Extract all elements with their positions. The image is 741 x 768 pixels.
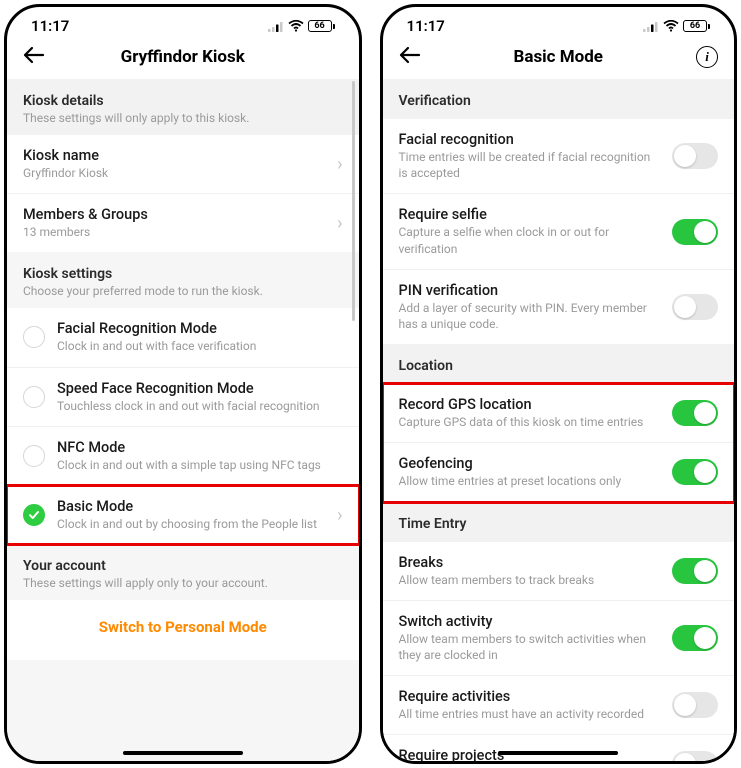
toggle-breaks[interactable]: [672, 558, 718, 584]
toggle-facial[interactable]: [672, 143, 718, 169]
section-kiosk-settings: Kiosk settings Choose your preferred mod…: [7, 252, 359, 308]
row-facial-recognition[interactable]: Facial recognition Time entries will be …: [383, 119, 735, 194]
radio-unchecked[interactable]: [23, 386, 45, 408]
toggle-require-activities[interactable]: [672, 692, 718, 718]
highlight-location: Record GPS location Capture GPS data of …: [383, 384, 735, 501]
toggle-require-projects[interactable]: [672, 751, 718, 761]
chevron-right-icon: ›: [337, 213, 342, 234]
phone-right: 11:17 66 Basic Mode i Verification Facia…: [380, 4, 738, 764]
switch-personal-mode-button[interactable]: Switch to Personal Mode: [7, 600, 359, 660]
section-your-account: Your account These settings will apply o…: [7, 544, 359, 600]
section-verification: Verification: [383, 79, 735, 119]
toggle-gps[interactable]: [672, 400, 718, 426]
wifi-icon: [288, 20, 304, 32]
mode-nfc[interactable]: NFC Mode Clock in and out with a simple …: [7, 427, 359, 486]
row-members[interactable]: Members & Groups 13 members ›: [7, 194, 359, 252]
phone-left: 11:17 66 Gryffindor Kiosk Kiosk details …: [4, 4, 362, 764]
radio-unchecked[interactable]: [23, 445, 45, 467]
row-breaks[interactable]: Breaks Allow team members to track break…: [383, 542, 735, 601]
row-require-activities[interactable]: Require activities All time entries must…: [383, 676, 735, 735]
row-geofencing[interactable]: Geofencing Allow time entries at preset …: [383, 443, 735, 501]
status-time: 11:17: [31, 17, 69, 35]
back-button[interactable]: [23, 46, 45, 69]
wifi-icon: [663, 20, 679, 32]
scrollbar[interactable]: [352, 81, 355, 321]
signal-icon: [643, 21, 659, 32]
status-icons: 66: [268, 20, 335, 32]
section-location: Location: [383, 344, 735, 384]
navbar: Gryffindor Kiosk: [7, 39, 359, 79]
back-button[interactable]: [399, 46, 421, 69]
section-kiosk-details: Kiosk details These settings will only a…: [7, 79, 359, 135]
navbar: Basic Mode i: [383, 39, 735, 79]
radio-unchecked[interactable]: [23, 326, 45, 348]
row-pin-verification[interactable]: PIN verification Add a layer of security…: [383, 270, 735, 344]
content: Verification Facial recognition Time ent…: [383, 79, 735, 761]
page-title: Gryffindor Kiosk: [121, 47, 245, 67]
mode-speed-face[interactable]: Speed Face Recognition Mode Touchless cl…: [7, 368, 359, 427]
status-bar: 11:17 66: [383, 7, 735, 39]
section-time-entry: Time Entry: [383, 502, 735, 542]
radio-checked[interactable]: [23, 504, 45, 526]
toggle-selfie[interactable]: [672, 219, 718, 245]
chevron-right-icon: ›: [337, 154, 342, 175]
row-require-selfie[interactable]: Require selfie Capture a selfie when clo…: [383, 194, 735, 269]
mode-facial[interactable]: Facial Recognition Mode Clock in and out…: [7, 308, 359, 367]
battery-icon: 66: [683, 20, 710, 32]
toggle-geofencing[interactable]: [672, 459, 718, 485]
toggle-pin[interactable]: [672, 294, 718, 320]
highlight-basic-mode: Basic Mode Clock in and out by choosing …: [7, 486, 359, 544]
status-time: 11:17: [407, 17, 445, 35]
home-indicator[interactable]: [498, 751, 618, 756]
battery-icon: 66: [308, 20, 335, 32]
signal-icon: [268, 21, 284, 32]
row-switch-activity[interactable]: Switch activity Allow team members to sw…: [383, 601, 735, 676]
content: Kiosk details These settings will only a…: [7, 79, 359, 761]
chevron-right-icon: ›: [337, 505, 342, 526]
info-button[interactable]: i: [696, 46, 718, 68]
row-require-projects[interactable]: Require projects All time entries must h…: [383, 735, 735, 761]
row-record-gps[interactable]: Record GPS location Capture GPS data of …: [383, 384, 735, 443]
toggle-switch-activity[interactable]: [672, 625, 718, 651]
row-kiosk-name[interactable]: Kiosk name Gryffindor Kiosk ›: [7, 135, 359, 194]
page-title: Basic Mode: [514, 47, 604, 67]
mode-basic[interactable]: Basic Mode Clock in and out by choosing …: [7, 486, 359, 544]
status-bar: 11:17 66: [7, 7, 359, 39]
home-indicator[interactable]: [123, 751, 243, 756]
status-icons: 66: [643, 20, 710, 32]
